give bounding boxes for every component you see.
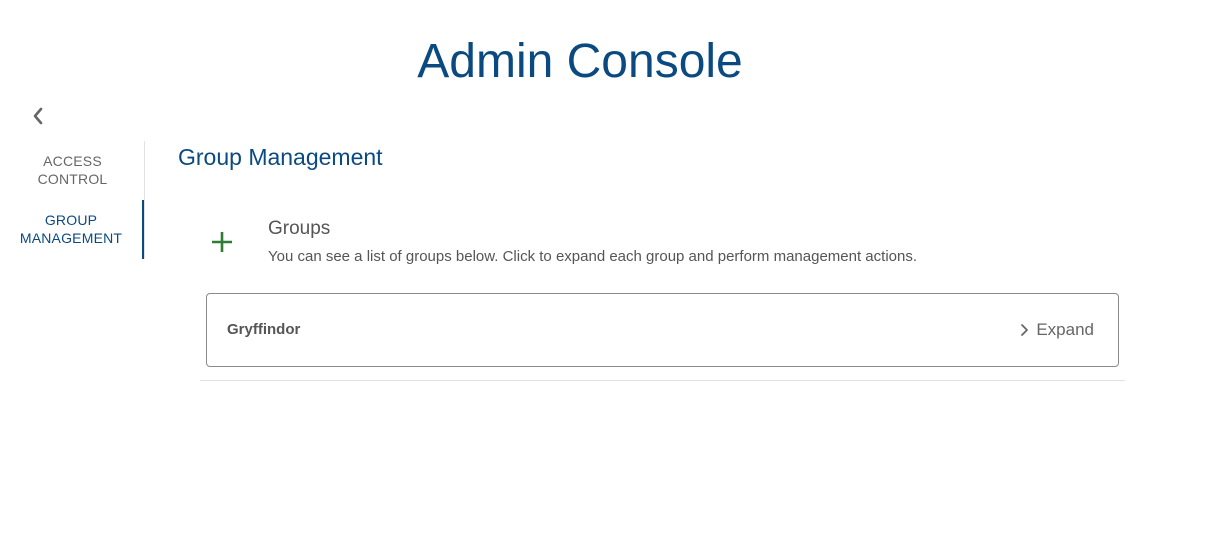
list-divider [200, 380, 1125, 381]
expand-label: Expand [1036, 320, 1094, 339]
sidebar-item-label: CONTROL [37, 171, 108, 187]
sidebar-item-access-control[interactable]: ACCESS CONTROL [0, 152, 145, 192]
sidebar-item-group-management[interactable]: GROUP MANAGEMENT [0, 200, 145, 259]
sidebar-item-label: GROUP [44, 212, 98, 228]
chevron-right-icon [1021, 324, 1029, 336]
group-name: Gryffindor [227, 321, 301, 338]
expand-button[interactable]: Expand [1020, 319, 1094, 341]
back-button[interactable] [26, 104, 50, 128]
section-title: Group Management [178, 144, 383, 170]
groups-heading: Groups [268, 218, 331, 239]
sidebar-nav: ACCESS CONTROL GROUP MANAGEMENT [0, 141, 145, 259]
chevron-left-icon [33, 107, 43, 125]
plus-icon [212, 232, 232, 252]
groups-description: You can see a list of groups below. Clic… [268, 248, 918, 265]
page-title: Admin Console [417, 35, 743, 88]
sidebar-item-label: MANAGEMENT [19, 230, 123, 246]
sidebar-divider [144, 141, 145, 259]
group-card[interactable]: Gryffindor Expand [206, 293, 1119, 367]
sidebar-item-label: ACCESS [43, 153, 102, 169]
add-group-button[interactable] [208, 228, 236, 256]
